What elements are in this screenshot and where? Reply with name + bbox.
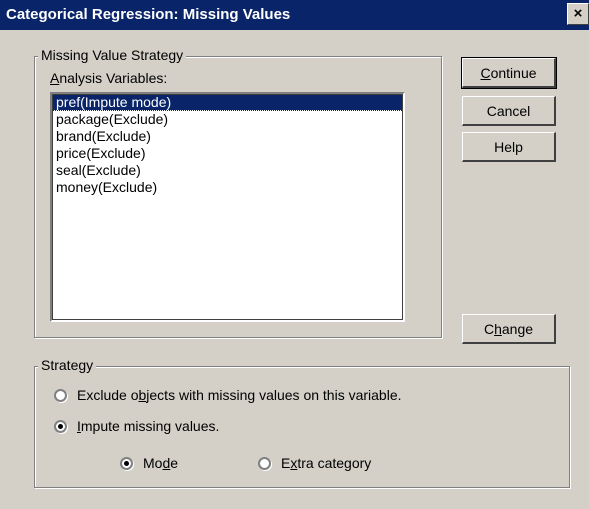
strategy-group-label: Strategy [38,357,97,373]
close-button[interactable]: × [567,3,589,25]
missing-values-dialog: Categorical Regression: Missing Values ×… [0,0,589,509]
list-item[interactable]: brand(Exclude) [52,128,403,145]
radio-checked-icon [120,456,133,470]
impute-missing-radio[interactable]: Impute missing values. [54,418,219,434]
extra-category-radio[interactable]: Extra category [258,455,371,471]
radio-unchecked-icon [54,388,67,402]
mode-radio[interactable]: Mode [120,455,178,471]
analysis-variables-label: Analysis Variables: [50,70,168,86]
title-bar: Categorical Regression: Missing Values × [0,0,589,30]
list-item[interactable]: pref(Impute mode) [52,94,403,111]
continue-button[interactable]: Continue [461,57,557,89]
list-item[interactable]: money(Exclude) [52,179,403,196]
exclude-objects-radio[interactable]: Exclude objects with missing values on t… [54,387,402,403]
list-item[interactable]: seal(Exclude) [52,162,403,179]
help-button[interactable]: Help [462,132,556,162]
missing-value-strategy-label: Missing Value Strategy [38,47,187,63]
list-item[interactable]: package(Exclude) [52,111,403,128]
window-title: Categorical Regression: Missing Values [6,6,291,23]
radio-unchecked-icon [258,456,271,470]
extra-category-label: Extra category [281,455,372,471]
change-button[interactable]: Ch ange [462,314,556,344]
list-item[interactable]: price(Exclude) [52,145,403,162]
radio-checked-icon [54,419,67,433]
mode-label: Mode [143,455,179,471]
close-icon: × [573,5,583,22]
analysis-variables-list[interactable]: pref(Impute mode) package(Exclude) brand… [50,92,405,322]
cancel-button[interactable]: Cancel [462,96,556,126]
impute-missing-label: Impute missing values. [77,418,220,434]
exclude-objects-label: Exclude objects with missing values on t… [77,387,402,403]
